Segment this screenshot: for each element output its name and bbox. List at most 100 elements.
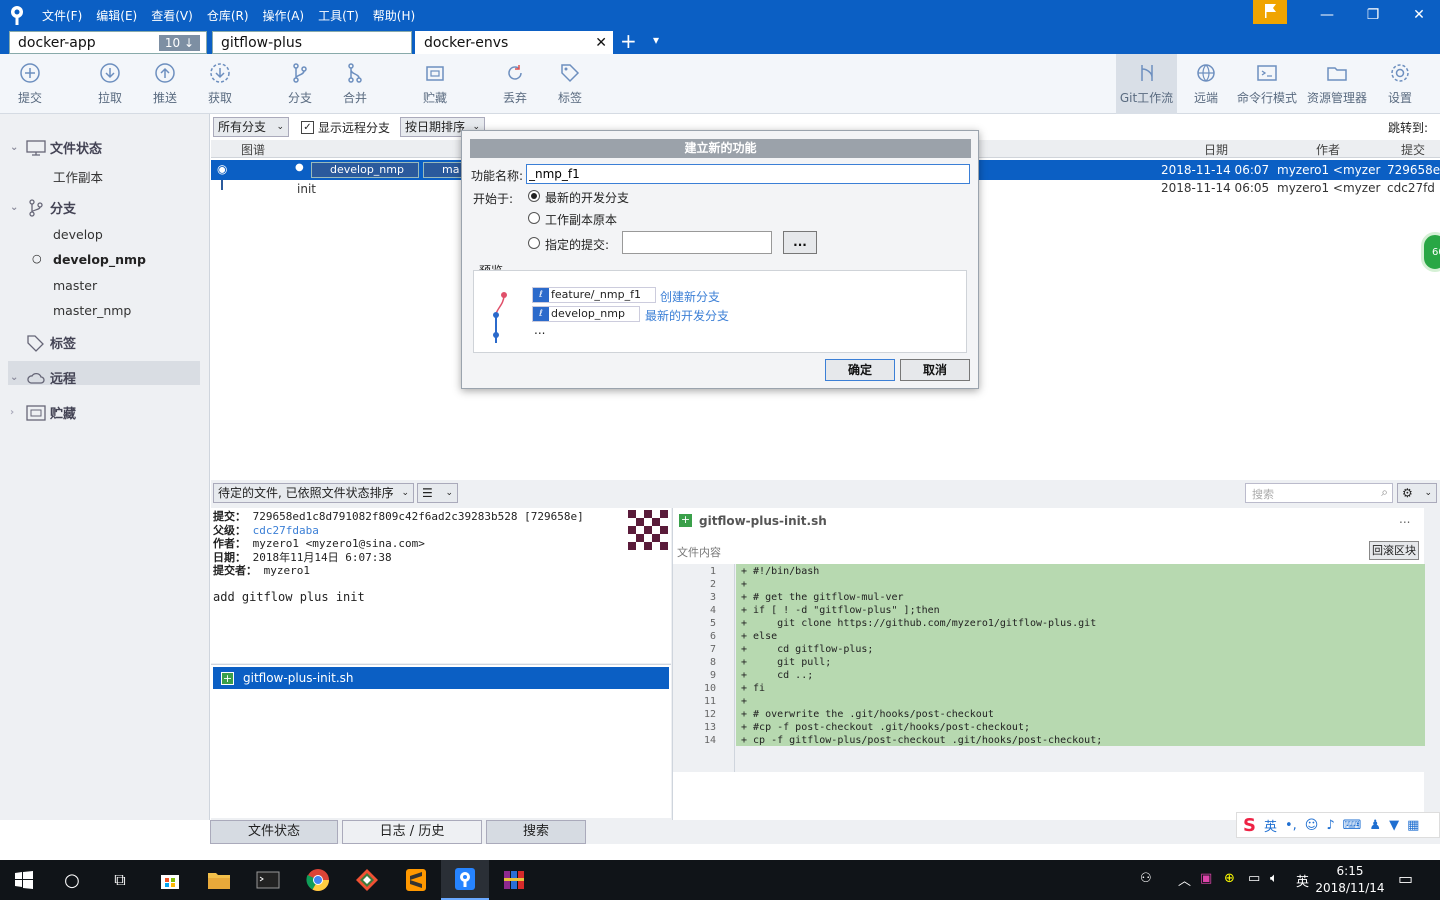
user-icon[interactable]: ♟ xyxy=(1369,818,1381,833)
options-menu-button[interactable]: ⚙ ⌄ xyxy=(1397,483,1437,503)
punctuation-icon[interactable]: •, xyxy=(1285,818,1297,833)
clock[interactable]: 6:15 2018/11/14 xyxy=(1314,863,1386,897)
volume-icon[interactable]: 🔈︎ xyxy=(1270,871,1278,886)
radio-specific-commit-label[interactable]: 指定的提交: xyxy=(545,236,609,253)
keyboard-icon[interactable]: ⌨ xyxy=(1343,818,1362,833)
branch-button[interactable]: 分支 xyxy=(280,54,320,114)
merge-button[interactable]: 合并 xyxy=(335,54,375,114)
parent-link[interactable]: cdc27fdaba xyxy=(253,524,319,537)
shirt-icon[interactable]: ▼ xyxy=(1389,818,1399,833)
notification-center-icon[interactable]: ▭ xyxy=(1398,869,1413,888)
feature-name-input[interactable] xyxy=(526,164,970,184)
sidebar-stashes[interactable]: › 贮藏 xyxy=(10,403,76,422)
ok-button[interactable]: 确定 xyxy=(825,359,895,381)
ime-lang[interactable]: 英 xyxy=(1264,816,1277,835)
tab-log-history[interactable]: 日志 / 历史 xyxy=(342,820,482,844)
tab-list-button[interactable]: ▾ xyxy=(653,33,659,47)
maximize-button[interactable]: ❐ xyxy=(1350,0,1396,30)
tab-close-icon[interactable]: ✕ xyxy=(595,32,607,54)
diff-more-button[interactable]: ... xyxy=(1399,512,1410,526)
cancel-button[interactable]: 取消 xyxy=(900,359,970,381)
terminal-button[interactable]: 命令行模式 xyxy=(1236,54,1298,114)
sidebar-tags[interactable]: 标签 xyxy=(10,333,76,352)
col-author[interactable]: 作者 xyxy=(1316,141,1340,158)
tab-gitflow-plus[interactable]: gitflow-plus xyxy=(212,31,412,54)
list-item[interactable]: + gitflow-plus-init.sh xyxy=(213,667,669,689)
people-icon[interactable]: ⚇ xyxy=(1140,871,1152,886)
tab-file-status[interactable]: 文件状态 xyxy=(210,820,338,844)
pending-files-sort-select[interactable]: 待定的文件, 已依照文件状态排序 ⌄ xyxy=(213,483,414,503)
microphone-icon[interactable]: ♪ xyxy=(1326,818,1334,833)
sidebar-item-develop-nmp[interactable]: ○ develop_nmp xyxy=(32,252,146,267)
radio-working-copy-label[interactable]: 工作副本原本 xyxy=(545,211,617,228)
flag-button[interactable] xyxy=(1253,0,1287,24)
remote-button[interactable]: 远端 xyxy=(1186,54,1226,114)
notification-badge[interactable]: 60 xyxy=(1421,232,1440,272)
menu-repo[interactable]: 仓库(R) xyxy=(207,7,249,24)
commit-input[interactable] xyxy=(622,231,772,254)
explorer-button[interactable]: 资源管理器 xyxy=(1305,54,1369,114)
new-tab-button[interactable]: + xyxy=(620,29,637,53)
sidebar-branches[interactable]: ⌄ 分支 xyxy=(10,198,76,217)
gitflow-button[interactable]: Git工作流 xyxy=(1116,54,1177,114)
commit-button[interactable]: 提交 xyxy=(10,54,50,114)
search-input[interactable]: 搜索 ⌕ xyxy=(1245,483,1393,503)
grid-icon[interactable]: ▦ xyxy=(1407,818,1419,833)
winrar-taskbar-button[interactable] xyxy=(490,860,538,900)
emoji-icon[interactable]: ☺ xyxy=(1305,818,1319,833)
menu-tools[interactable]: 工具(T) xyxy=(318,7,359,24)
browse-commit-button[interactable]: ... xyxy=(783,231,817,254)
chrome-taskbar-button[interactable] xyxy=(294,860,342,900)
start-button[interactable] xyxy=(0,860,48,900)
jump-to-label[interactable]: 跳转到: xyxy=(1388,119,1428,136)
sidebar-remotes[interactable]: ⌄ 远程 xyxy=(10,368,76,387)
tag-button[interactable]: 标签 xyxy=(550,54,590,114)
tray-expand-icon[interactable]: ︿ xyxy=(1178,870,1191,889)
branch-filter-select[interactable]: 所有分支 ⌄ xyxy=(213,117,289,137)
cortana-button[interactable]: ○ xyxy=(48,860,96,900)
ime-toolbar[interactable]: S 英 •, ☺ ♪ ⌨ ♟ ▼ ▦ xyxy=(1236,812,1440,838)
push-button[interactable]: 推送 xyxy=(145,54,185,114)
stash-button[interactable]: 贮藏 xyxy=(415,54,455,114)
menu-view[interactable]: 查看(V) xyxy=(151,7,193,24)
terminal-taskbar-button[interactable] xyxy=(244,860,292,900)
fetch-button[interactable]: 获取 xyxy=(200,54,240,114)
col-date[interactable]: 日期 xyxy=(1204,141,1228,158)
menu-help[interactable]: 帮助(H) xyxy=(373,7,415,24)
menu-actions[interactable]: 操作(A) xyxy=(263,7,305,24)
tab-search[interactable]: 搜索 xyxy=(486,820,586,844)
radio-latest-develop-label[interactable]: 最新的开发分支 xyxy=(545,189,629,206)
sourcetree-taskbar-button[interactable] xyxy=(441,860,489,900)
menu-edit[interactable]: 编辑(E) xyxy=(96,7,137,24)
radio-specific-commit[interactable] xyxy=(528,237,540,249)
pull-button[interactable]: 拉取 xyxy=(90,54,130,114)
col-commit[interactable]: 提交 xyxy=(1401,141,1425,158)
show-remote-checkbox[interactable]: ✓ 显示远程分支 xyxy=(301,119,390,136)
sublime-taskbar-button[interactable] xyxy=(392,860,440,900)
task-view-button[interactable]: ⧉ xyxy=(96,860,144,900)
network-icon[interactable]: ▭ xyxy=(1248,871,1260,886)
sidebar-item-master-nmp[interactable]: master_nmp xyxy=(53,303,131,318)
sidebar-file-status[interactable]: ⌄ 文件状态 xyxy=(10,138,102,157)
tab-docker-app[interactable]: docker-app 10 ↓ xyxy=(9,31,207,54)
tray-app-icon[interactable]: ▣ xyxy=(1200,871,1212,886)
view-mode-select[interactable]: ☰ ⌄ xyxy=(417,483,458,503)
radio-working-copy[interactable] xyxy=(528,212,540,224)
tray-plus-icon[interactable]: ⊕ xyxy=(1224,871,1235,886)
rollback-hunk-button[interactable]: 回滚区块 xyxy=(1369,541,1419,560)
sidebar-item-working-copy[interactable]: 工作副本 xyxy=(53,167,103,186)
tray-lang[interactable]: 英 xyxy=(1296,871,1309,890)
close-window-button[interactable]: ✕ xyxy=(1396,0,1440,30)
settings-button[interactable]: 设置 xyxy=(1380,54,1420,114)
tab-docker-envs[interactable]: docker-envs ✕ xyxy=(415,31,613,54)
store-taskbar-button[interactable] xyxy=(146,860,194,900)
minimize-button[interactable]: — xyxy=(1304,0,1350,30)
sidebar-item-master[interactable]: master xyxy=(53,278,97,293)
menu-file[interactable]: 文件(F) xyxy=(42,7,82,24)
git-taskbar-button[interactable] xyxy=(343,860,391,900)
col-graph[interactable]: 图谱 xyxy=(241,141,265,158)
explorer-taskbar-button[interactable] xyxy=(195,860,243,900)
radio-latest-develop[interactable] xyxy=(528,190,540,202)
discard-button[interactable]: 丢弃 xyxy=(495,54,535,114)
sidebar-item-develop[interactable]: develop xyxy=(53,227,103,242)
